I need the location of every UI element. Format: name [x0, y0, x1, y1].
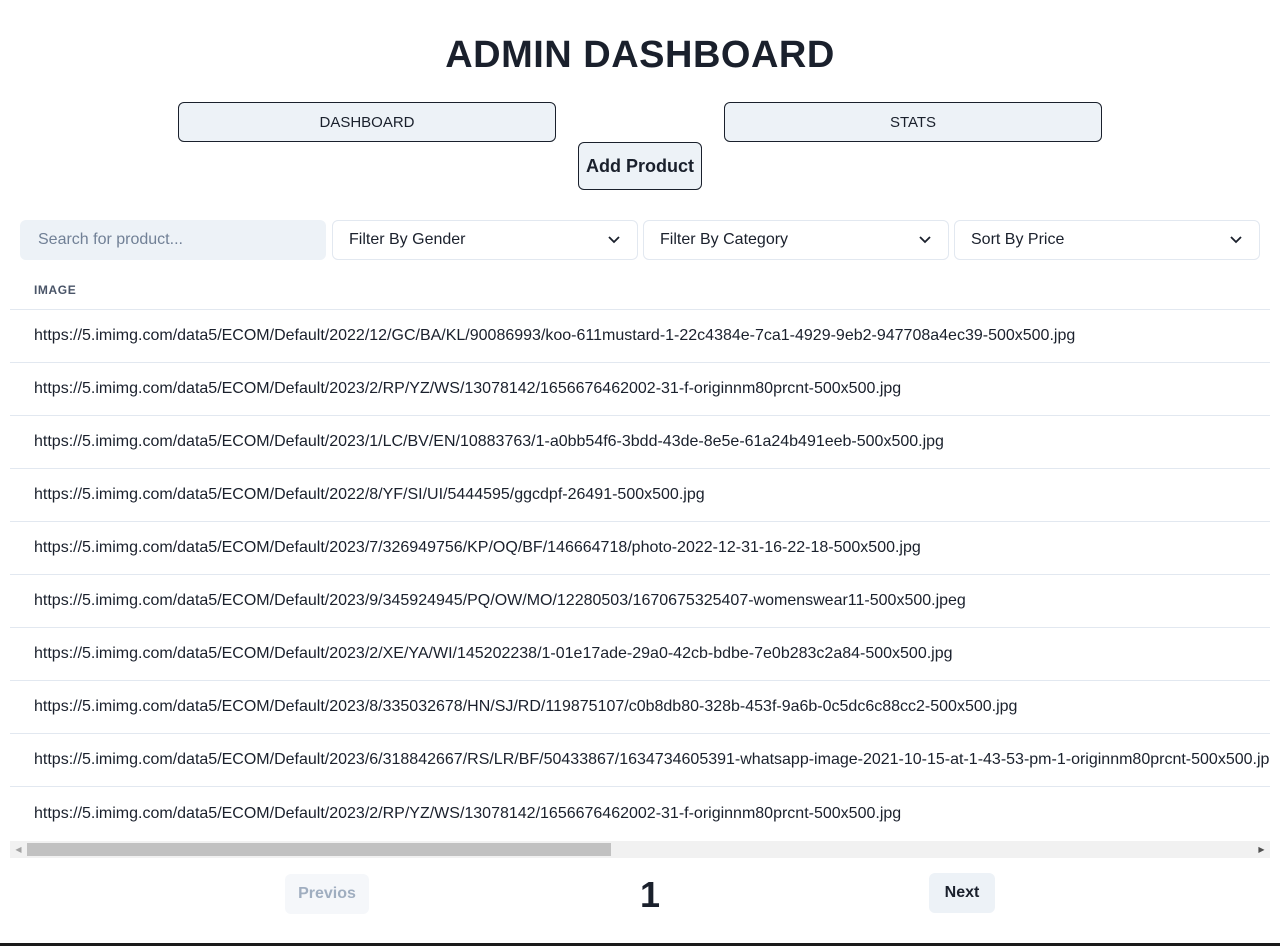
arrow-left-icon[interactable]: ◀ [10, 841, 27, 858]
image-url-cell: https://5.imimg.com/data5/ECOM/Default/2… [34, 592, 966, 609]
products-table: IMAGE https://5.imimg.com/data5/ECOM/Def… [10, 270, 1270, 858]
image-url-cell: https://5.imimg.com/data5/ECOM/Default/2… [34, 486, 705, 503]
image-url-cell: https://5.imimg.com/data5/ECOM/Default/2… [34, 804, 902, 822]
table-header: IMAGE [10, 270, 1270, 310]
chevron-down-icon [918, 233, 932, 247]
column-header-image: IMAGE [34, 282, 77, 297]
table-row: https://5.imimg.com/data5/ECOM/Default/2… [10, 734, 1270, 787]
add-product-button[interactable]: Add Product [578, 142, 702, 190]
table-row: https://5.imimg.com/data5/ECOM/Default/2… [10, 416, 1270, 469]
category-filter-label: Filter By Category [660, 231, 789, 248]
image-url-cell: https://5.imimg.com/data5/ECOM/Default/2… [34, 539, 921, 556]
previous-page-button[interactable]: Previos [285, 874, 369, 914]
chevron-down-icon [1229, 233, 1243, 247]
image-url-cell: https://5.imimg.com/data5/ECOM/Default/2… [34, 751, 1270, 768]
image-url-cell: https://5.imimg.com/data5/ECOM/Default/2… [34, 698, 1018, 715]
filter-bar: Filter By Gender Filter By Category Sort… [20, 220, 1260, 260]
table-row: https://5.imimg.com/data5/ECOM/Default/2… [10, 522, 1270, 575]
scrollbar-thumb[interactable] [27, 843, 611, 856]
dashboard-button[interactable]: DASHBOARD [178, 102, 556, 142]
image-url-cell: https://5.imimg.com/data5/ECOM/Default/2… [34, 645, 953, 662]
horizontal-scrollbar[interactable]: ◀ ▶ [10, 841, 1270, 858]
page-title: ADMIN DASHBOARD [445, 34, 835, 76]
table-row: https://5.imimg.com/data5/ECOM/Default/2… [10, 310, 1270, 363]
sort-price-label: Sort By Price [971, 231, 1065, 248]
chevron-down-icon [607, 233, 621, 247]
image-url-cell: https://5.imimg.com/data5/ECOM/Default/2… [34, 327, 1076, 344]
table-row: https://5.imimg.com/data5/ECOM/Default/2… [10, 363, 1270, 416]
gender-filter-label: Filter By Gender [349, 231, 466, 248]
table-row: https://5.imimg.com/data5/ECOM/Default/2… [10, 787, 1270, 840]
table-row: https://5.imimg.com/data5/ECOM/Default/2… [10, 628, 1270, 681]
category-filter-select[interactable]: Filter By Category [643, 220, 949, 260]
gender-filter-select[interactable]: Filter By Gender [332, 220, 638, 260]
search-input[interactable] [20, 220, 326, 260]
current-page-number: 1 [639, 874, 661, 915]
table-row: https://5.imimg.com/data5/ECOM/Default/2… [10, 681, 1270, 734]
table-row: https://5.imimg.com/data5/ECOM/Default/2… [10, 469, 1270, 522]
image-url-cell: https://5.imimg.com/data5/ECOM/Default/2… [34, 433, 944, 450]
stats-button[interactable]: STATS [724, 102, 1102, 142]
next-page-button[interactable]: Next [929, 873, 995, 913]
image-url-cell: https://5.imimg.com/data5/ECOM/Default/2… [34, 380, 902, 397]
table-row: https://5.imimg.com/data5/ECOM/Default/2… [10, 575, 1270, 628]
admin-dashboard-page: ADMIN DASHBOARD DASHBOARD STATS Add Prod… [0, 0, 1280, 946]
arrow-right-icon[interactable]: ▶ [1253, 841, 1270, 858]
sort-price-select[interactable]: Sort By Price [954, 220, 1260, 260]
